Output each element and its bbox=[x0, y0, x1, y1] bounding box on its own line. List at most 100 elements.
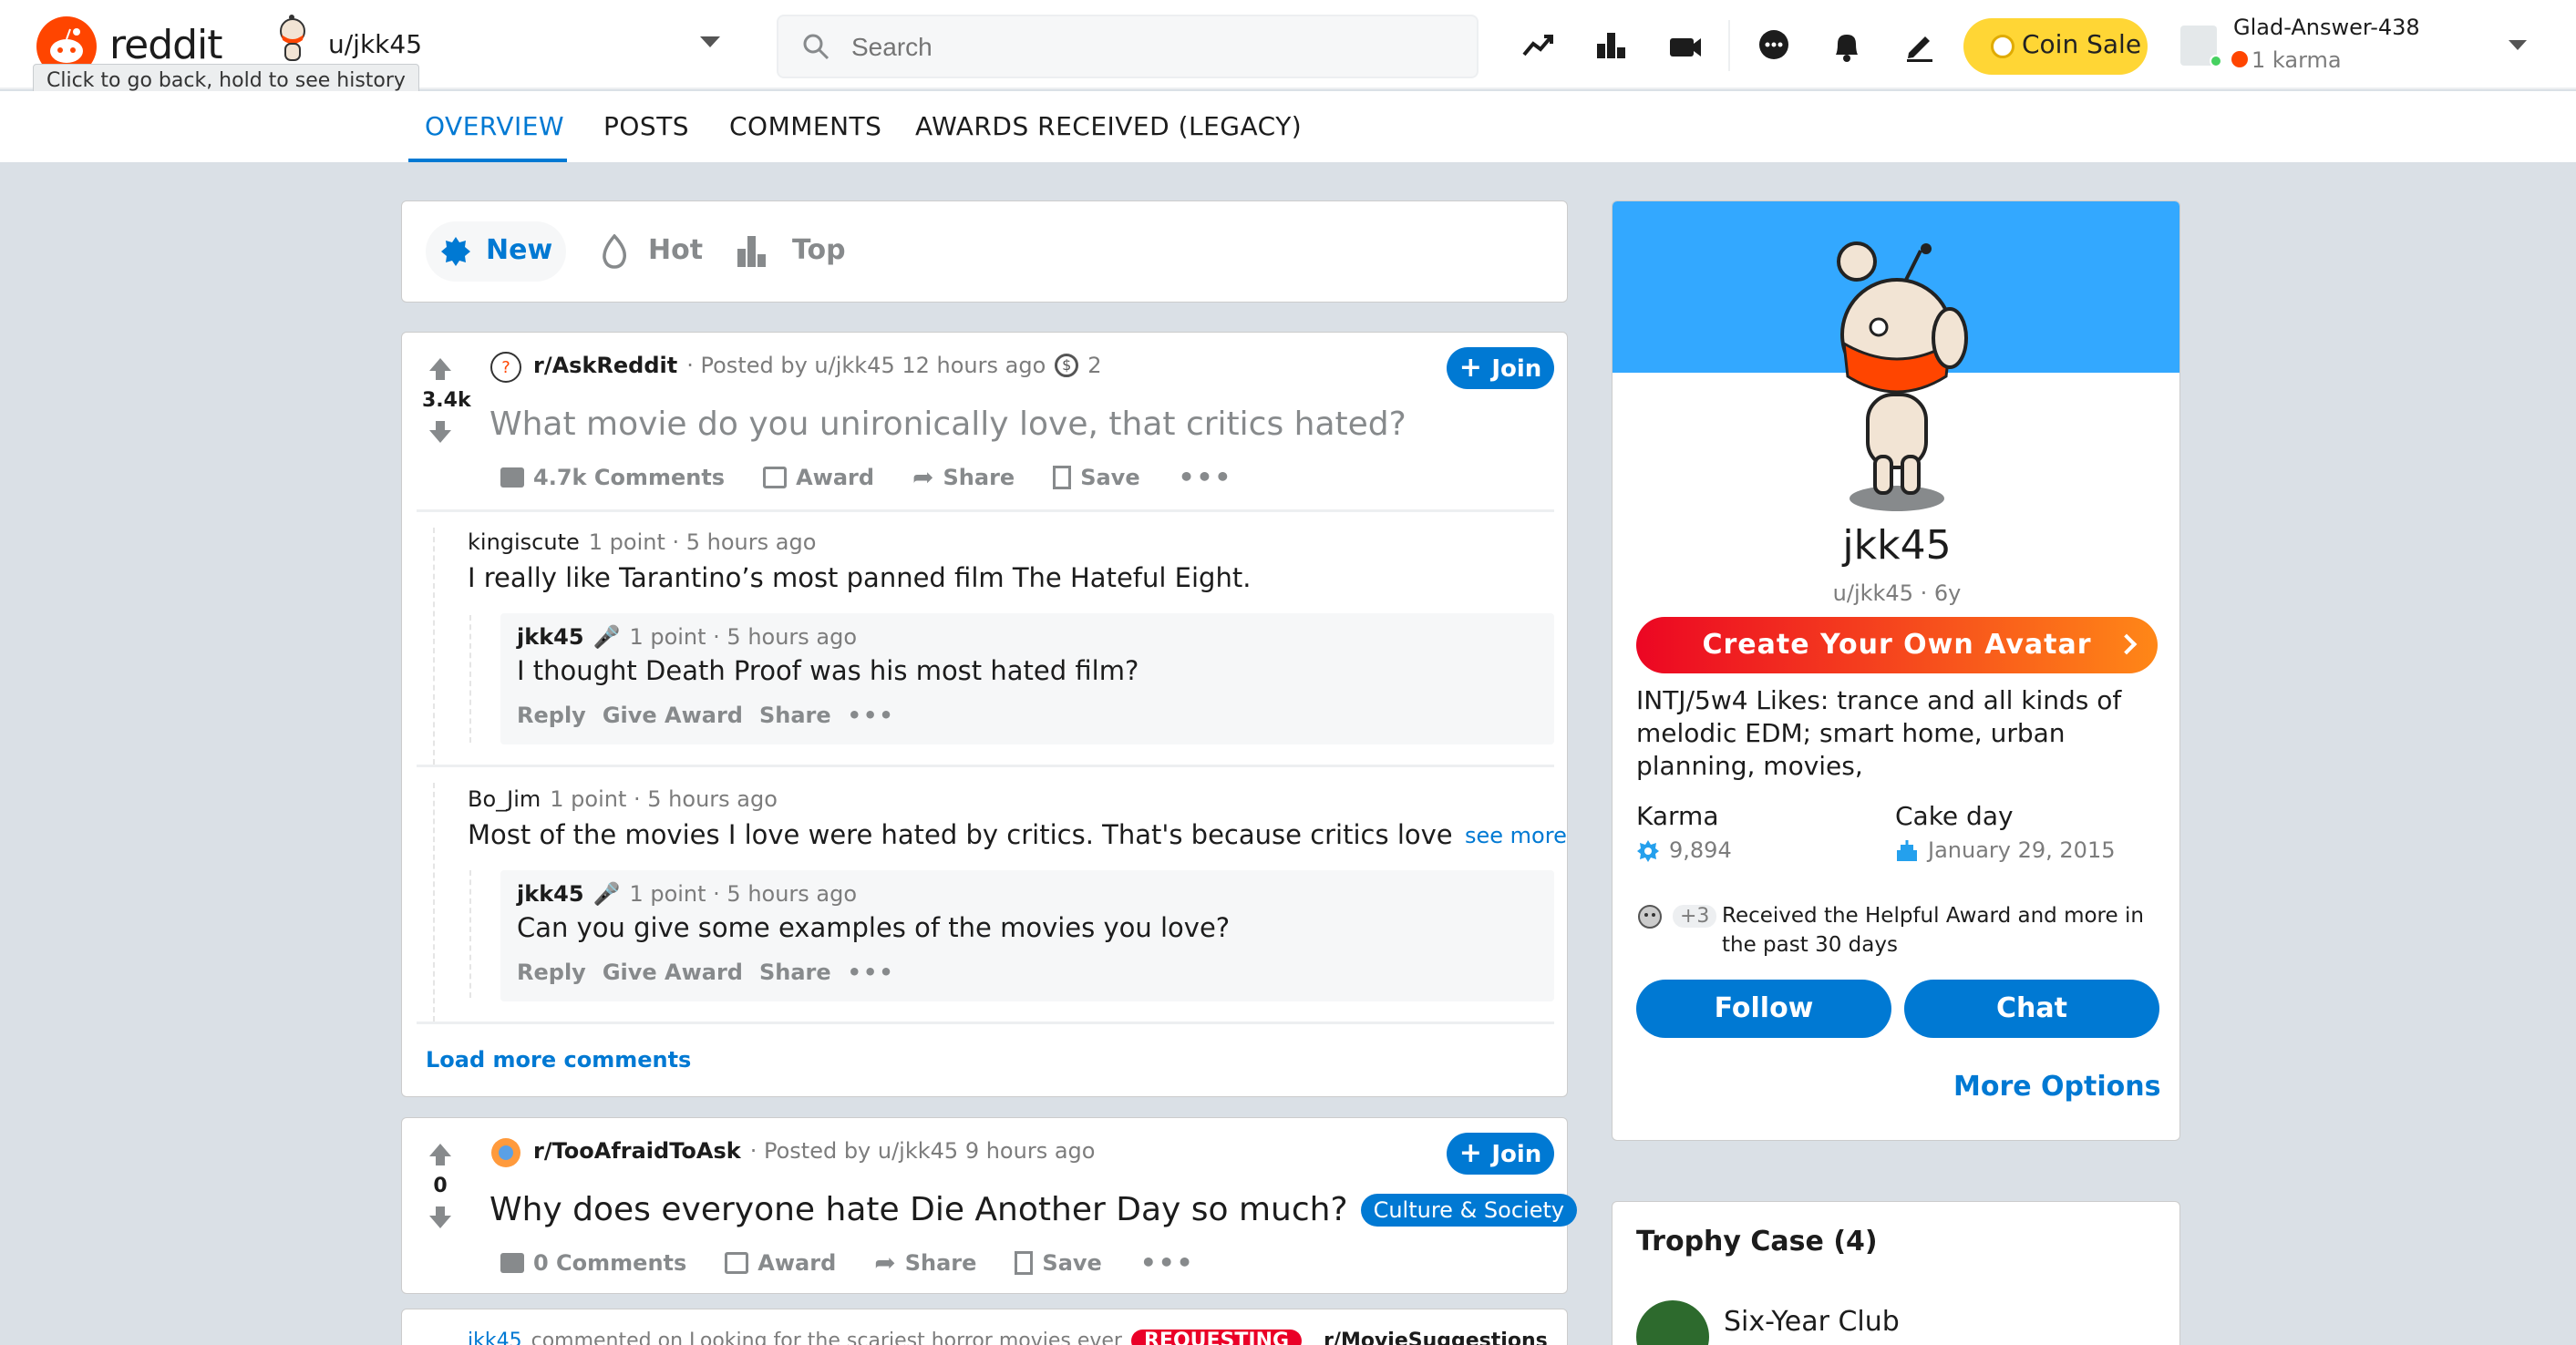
subreddit-link[interactable]: r/AskReddit bbox=[533, 353, 677, 378]
current-user-karma: 1 karma bbox=[2251, 47, 2342, 73]
activity-text[interactable]: commented on Looking for the scariest ho… bbox=[531, 1330, 1122, 1345]
comment-author[interactable]: kingiscute bbox=[468, 529, 580, 555]
award-button[interactable]: Award bbox=[725, 1250, 836, 1276]
gift-icon bbox=[763, 466, 788, 488]
comments-button[interactable]: 4.7k Comments bbox=[500, 465, 725, 490]
rpan-icon[interactable] bbox=[1666, 27, 1703, 64]
svg-text:?: ? bbox=[501, 358, 510, 377]
six-year-club-trophy-icon[interactable] bbox=[1636, 1300, 1709, 1345]
tab-awards-received[interactable]: AWARDS RECEIVED (LEGACY) bbox=[915, 111, 1302, 141]
sort-hot-label[interactable]: Hot bbox=[648, 234, 703, 266]
save-button[interactable]: Save bbox=[1053, 465, 1140, 490]
search-input[interactable] bbox=[851, 29, 1453, 66]
user-context-label[interactable]: u/jkk45 bbox=[328, 29, 422, 59]
more-options-link[interactable]: More Options bbox=[1953, 1071, 2160, 1103]
chevron-down-icon[interactable] bbox=[700, 36, 720, 47]
award-button[interactable]: Award bbox=[763, 465, 874, 490]
coin-sale-button[interactable]: Coin Sale bbox=[1963, 18, 2148, 75]
reddit-wordmark[interactable]: reddit bbox=[109, 22, 223, 68]
cake-icon bbox=[1895, 839, 1919, 863]
thread-line[interactable] bbox=[433, 783, 435, 1022]
sort-new-button[interactable]: New bbox=[426, 221, 566, 282]
comment-meta: 1 point · 5 hours ago bbox=[588, 529, 817, 555]
share-button[interactable]: ➦ Share bbox=[874, 1247, 976, 1278]
trending-icon[interactable] bbox=[1520, 27, 1557, 64]
comment-header: kingiscute 1 point · 5 hours ago bbox=[468, 529, 816, 555]
share-button[interactable]: Share bbox=[759, 960, 831, 985]
user-context-avatar-icon bbox=[273, 15, 312, 66]
see-more-link[interactable]: see more bbox=[1459, 823, 1567, 848]
profile-card: jkk45 u/jkk45 · 6y Create Your Own Avata… bbox=[1612, 200, 2180, 1141]
snoo-avatar-image[interactable] bbox=[1815, 220, 1979, 511]
reply-body: Can you give some examples of the movies… bbox=[517, 912, 1231, 943]
post-card[interactable]: 0 r/TooAfraidToAsk · Posted by u/jkk45 9… bbox=[401, 1117, 1578, 1294]
tab-posts[interactable]: POSTS bbox=[603, 111, 689, 141]
share-button[interactable]: ➦ Share bbox=[912, 462, 1015, 492]
thread-line[interactable] bbox=[469, 870, 471, 998]
search-bar[interactable] bbox=[777, 15, 1479, 78]
comment-body: I really like Tarantino’s most panned fi… bbox=[468, 562, 1252, 593]
tab-overview[interactable]: OVERVIEW bbox=[425, 111, 564, 141]
top-sort-icon[interactable] bbox=[736, 234, 768, 269]
upvote-arrow-icon[interactable] bbox=[422, 1144, 459, 1165]
reply-button[interactable]: Reply bbox=[517, 960, 586, 985]
comments-button[interactable]: 0 Comments bbox=[500, 1250, 686, 1276]
thread-line[interactable] bbox=[433, 528, 435, 765]
reply-comment: jkk45 🎤 1 point · 5 hours ago Can you gi… bbox=[500, 870, 1554, 1001]
reply-author[interactable]: jkk45 bbox=[517, 624, 584, 650]
chat-button[interactable]: Chat bbox=[1904, 980, 2159, 1038]
subreddit-icon[interactable] bbox=[489, 1136, 522, 1169]
online-status-dot bbox=[2210, 55, 2222, 67]
new-sort-icon bbox=[440, 236, 471, 267]
post-title[interactable]: What movie do you unironically love, tha… bbox=[489, 406, 1406, 443]
chat-icon[interactable] bbox=[1756, 27, 1792, 64]
reply-button[interactable]: Reply bbox=[517, 703, 586, 728]
notification-bell-icon[interactable] bbox=[1829, 27, 1865, 64]
create-post-pencil-icon[interactable] bbox=[1901, 27, 1938, 64]
create-avatar-button[interactable]: Create Your Own Avatar bbox=[1636, 617, 2158, 673]
post-title[interactable]: Why does everyone hate Die Another Day s… bbox=[489, 1191, 1348, 1228]
load-more-comments-link[interactable]: Load more comments bbox=[426, 1047, 691, 1073]
tab-comments[interactable]: COMMENTS bbox=[729, 111, 881, 141]
give-award-button[interactable]: Give Award bbox=[603, 960, 743, 985]
post-card[interactable]: 3.4k ? r/AskReddit · Posted by u/jkk45 1… bbox=[401, 332, 1568, 1097]
upvote-arrow-icon[interactable] bbox=[422, 358, 459, 380]
more-options-icon[interactable]: ••• bbox=[1140, 1247, 1195, 1278]
plus-icon: + bbox=[1458, 352, 1492, 384]
current-user-name[interactable]: Glad-Answer-438 bbox=[2233, 15, 2420, 40]
posted-by[interactable]: · Posted by u/jkk45 12 hours ago bbox=[686, 353, 1046, 378]
vote-count: 0 bbox=[433, 1175, 448, 1197]
sort-bar: New Hot Top bbox=[401, 200, 1568, 303]
comment-icon bbox=[500, 1252, 524, 1273]
save-button[interactable]: Save bbox=[1015, 1250, 1102, 1276]
user-menu-chevron-icon[interactable] bbox=[2509, 40, 2527, 50]
more-options-icon[interactable]: ••• bbox=[848, 960, 895, 985]
leaderboard-icon[interactable] bbox=[1593, 27, 1630, 64]
hot-sort-icon[interactable] bbox=[599, 233, 630, 269]
comment-author[interactable]: Bo_Jim bbox=[468, 786, 541, 812]
subreddit-icon[interactable]: ? bbox=[489, 351, 522, 384]
activity-author[interactable]: jkk45 bbox=[468, 1330, 522, 1345]
sort-top-label[interactable]: Top bbox=[792, 234, 846, 266]
posted-by[interactable]: · Posted by u/jkk45 9 hours ago bbox=[750, 1138, 1096, 1164]
more-options-icon[interactable]: ••• bbox=[1179, 462, 1233, 492]
more-options-icon[interactable]: ••• bbox=[848, 703, 895, 728]
trophy-name[interactable]: Six-Year Club bbox=[1724, 1306, 1900, 1338]
gift-icon bbox=[725, 1251, 749, 1274]
activity-subreddit[interactable]: r/MovieSuggestions bbox=[1324, 1330, 1548, 1345]
follow-button[interactable]: Follow bbox=[1636, 980, 1891, 1038]
reply-author[interactable]: jkk45 bbox=[517, 881, 584, 907]
subreddit-link[interactable]: r/TooAfraidToAsk bbox=[533, 1138, 741, 1164]
vote-count: 3.4k bbox=[422, 389, 471, 412]
downvote-arrow-icon[interactable] bbox=[422, 421, 459, 443]
post-flair[interactable]: Culture & Society bbox=[1360, 1193, 1578, 1227]
join-button[interactable]: + Join bbox=[1447, 347, 1554, 389]
comment-activity-card[interactable]: jkk45 commented on Looking for the scari… bbox=[401, 1309, 1568, 1345]
bookmark-icon bbox=[1053, 465, 1072, 489]
profile-display-name: jkk45 bbox=[1842, 522, 1952, 569]
thread-line[interactable] bbox=[469, 615, 471, 743]
share-button[interactable]: Share bbox=[759, 703, 831, 728]
downvote-arrow-icon[interactable] bbox=[422, 1206, 459, 1228]
join-button[interactable]: + Join bbox=[1447, 1133, 1554, 1175]
give-award-button[interactable]: Give Award bbox=[603, 703, 743, 728]
